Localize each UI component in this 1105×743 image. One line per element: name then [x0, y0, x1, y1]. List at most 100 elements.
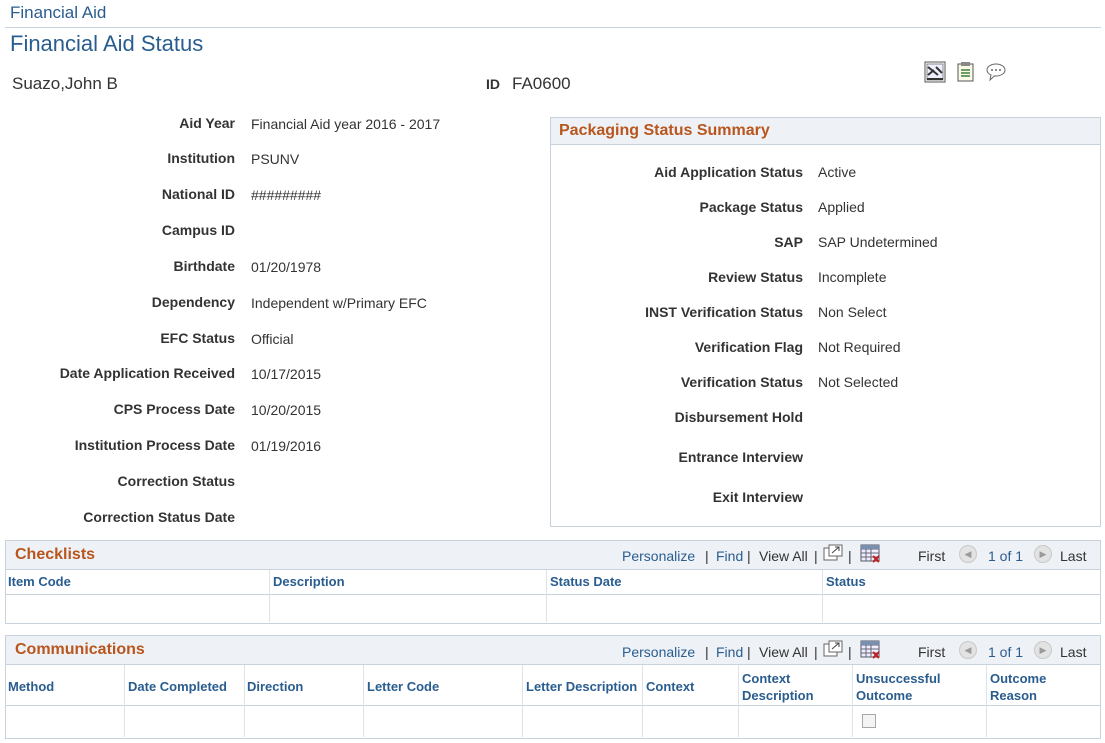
notepad-icon[interactable]: [955, 61, 977, 83]
communications-view-all-link[interactable]: View All: [759, 644, 808, 660]
date-application-received-label: Date Application Received: [59, 365, 235, 381]
id-label: ID: [486, 76, 500, 92]
communications-find-link[interactable]: Find: [716, 644, 743, 660]
aid-application-status-value: Active: [818, 164, 857, 180]
student-name: Suazo,John B: [12, 74, 118, 93]
communications-col-method: Method: [8, 679, 55, 694]
dependency-label: Dependency: [151, 294, 235, 310]
efc-status-value: Official: [251, 331, 294, 347]
checklists-separator: |: [848, 548, 852, 564]
inst-verification-status-label: INST Verification Status: [645, 304, 803, 320]
communications-separator: |: [848, 644, 852, 660]
id-value: FA0600: [512, 74, 571, 93]
verification-flag-value: Not Required: [818, 339, 901, 355]
communications-separator: |: [705, 644, 709, 660]
institution-label: Institution: [167, 150, 235, 166]
efc-status-label: EFC Status: [160, 330, 235, 346]
communications-col-date-completed: Date Completed: [128, 679, 227, 694]
correction-status-label: Correction Status: [117, 473, 235, 489]
aid-year-value: Financial Aid year 2016 - 2017: [251, 116, 441, 132]
aid-application-status-label: Aid Application Status: [654, 164, 803, 180]
package-status-label: Package Status: [699, 199, 804, 215]
exit-interview-label: Exit Interview: [712, 489, 803, 505]
unsuccessful-outcome-checkbox[interactable]: [862, 714, 876, 728]
checklists-last-label: Last: [1060, 548, 1087, 564]
institution-process-date-value: 01/19/2016: [251, 438, 322, 454]
checklists-personalize-link[interactable]: Personalize: [622, 548, 695, 564]
column-divider: [642, 665, 643, 737]
inst-verification-status-value: Non Select: [818, 304, 887, 320]
communications-separator: |: [747, 644, 751, 660]
checklists-new-window-icon[interactable]: [823, 544, 843, 562]
communications-col-unsuccessful-outcome: Unsuccessful Outcome: [856, 671, 941, 703]
dependency-value: Independent w/Primary EFC: [251, 295, 427, 311]
entrance-interview-label: Entrance Interview: [678, 449, 804, 465]
communications-last-label: Last: [1060, 644, 1087, 660]
communications-personalize-link[interactable]: Personalize: [622, 644, 695, 660]
institution-process-date-label: Institution Process Date: [74, 437, 235, 453]
communications-col-letter-description: Letter Description: [526, 679, 638, 694]
verification-flag-label: Verification Flag: [694, 339, 803, 355]
checklists-col-description: Description: [273, 574, 345, 589]
national-id-label: National ID: [161, 186, 235, 202]
verification-status-value: Not Selected: [818, 374, 899, 390]
verification-status-label: Verification Status: [680, 374, 803, 390]
disbursement-hold-label: Disbursement Hold: [674, 409, 803, 425]
communications-previous-icon[interactable]: ◀: [959, 641, 977, 659]
comment-icon[interactable]: [985, 61, 1007, 83]
communications-row-range: 1 of 1: [988, 644, 1024, 660]
checklists-col-item-code: Item Code: [8, 574, 71, 589]
review-status-value: Incomplete: [818, 269, 887, 285]
column-divider: [124, 665, 125, 737]
campus-id-label: Campus ID: [161, 222, 235, 238]
checklists-first-label: First: [918, 548, 946, 564]
birthdate-label: Birthdate: [173, 258, 235, 274]
column-divider: [244, 665, 245, 737]
checklists-col-status-date: Status Date: [550, 574, 622, 589]
checklists-row-range: 1 of 1: [988, 548, 1024, 564]
column-divider: [363, 665, 364, 737]
checklists-download-grid-icon[interactable]: [860, 544, 882, 564]
communications-col-letter-code: Letter Code: [367, 679, 440, 694]
checklists-next-icon[interactable]: ▶: [1034, 545, 1052, 563]
communications-next-icon[interactable]: ▶: [1034, 641, 1052, 659]
checklists-find-link[interactable]: Find: [716, 548, 743, 564]
checklists-separator: |: [747, 548, 751, 564]
cps-process-date-value: 10/20/2015: [251, 402, 322, 418]
national-id-value: #########: [251, 187, 322, 203]
cps-process-date-label: CPS Process Date: [113, 401, 235, 417]
communications-col-outcome-reason: Outcome Reason: [990, 671, 1047, 703]
checklists-previous-icon[interactable]: ◀: [959, 545, 977, 563]
breadcrumb[interactable]: Financial Aid: [10, 3, 106, 23]
communications-col-direction: Direction: [247, 679, 304, 694]
page-title: Financial Aid Status: [10, 31, 204, 56]
checklists-separator: |: [814, 548, 818, 564]
review-status-label: Review Status: [708, 269, 803, 285]
column-divider: [822, 570, 823, 622]
column-divider: [738, 665, 739, 737]
package-status-value: Applied: [818, 199, 865, 215]
column-divider: [986, 665, 987, 737]
header-divider: [5, 27, 1101, 28]
communications-first-label: First: [918, 644, 946, 660]
column-divider: [522, 665, 523, 737]
checklists-separator: |: [705, 548, 709, 564]
column-divider: [546, 570, 547, 622]
institution-value: PSUNV: [251, 151, 300, 167]
column-divider: [852, 665, 853, 737]
spreadsheet-icon[interactable]: [924, 61, 946, 83]
communications-separator: |: [814, 644, 818, 660]
communications-download-grid-icon[interactable]: [860, 640, 882, 660]
checklists-col-status: Status: [826, 574, 866, 589]
date-application-received-value: 10/17/2015: [251, 366, 322, 382]
checklists-view-all-link[interactable]: View All: [759, 548, 808, 564]
column-divider: [269, 570, 270, 622]
communications-new-window-icon[interactable]: [823, 640, 843, 658]
communications-col-context-description: Context Description: [742, 671, 814, 703]
sap-label: SAP: [774, 234, 803, 250]
sap-value: SAP Undetermined: [818, 234, 938, 250]
communications-col-context: Context: [646, 679, 695, 694]
aid-year-label: Aid Year: [179, 115, 235, 131]
correction-status-date-label: Correction Status Date: [83, 509, 235, 525]
packaging-status-title: Packaging Status Summary: [551, 118, 1100, 145]
